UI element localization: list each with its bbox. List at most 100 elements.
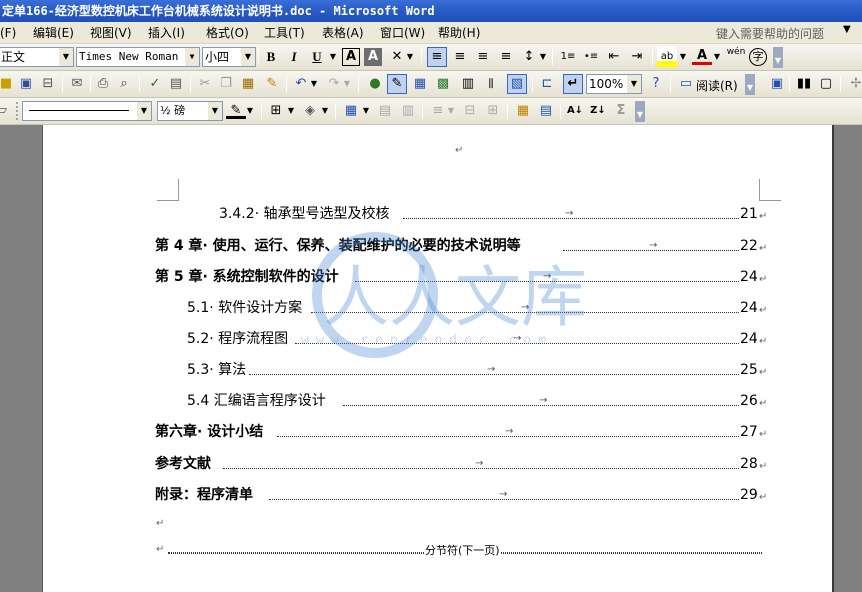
justify-button[interactable]: ≡ — [496, 47, 516, 67]
line-style-combo[interactable]: ▼ — [22, 101, 152, 121]
text-effect-icon[interactable]: ✕ — [387, 47, 407, 67]
menu-view[interactable]: 视图(V) — [90, 25, 132, 41]
print-icon[interactable]: ⎙ — [93, 74, 113, 94]
center-button[interactable]: ≡ — [450, 47, 470, 67]
sort-ascending-icon[interactable]: A↓ — [565, 101, 585, 121]
email-icon[interactable]: ✉ — [67, 74, 87, 94]
align-cell-icon[interactable]: ≡ — [428, 101, 448, 121]
chevron-down-icon[interactable]: ▼ — [678, 47, 688, 67]
menu-file[interactable]: (F) — [0, 25, 16, 41]
menu-window[interactable]: 窗口(W) — [380, 25, 425, 41]
size-combo[interactable]: 小四 ▼ — [202, 47, 256, 67]
tables-borders-icon[interactable]: ✎ — [387, 74, 407, 94]
help-question-input[interactable]: 键入需要帮助的问题 — [716, 25, 824, 42]
chevron-down-icon[interactable]: ▼ — [320, 101, 330, 121]
toc-entry[interactable]: 附录：程序清单 → 29 ↵ — [155, 484, 767, 506]
permission-icon[interactable]: ⊟ — [38, 74, 58, 94]
menu-tools[interactable]: 工具(T) — [264, 25, 305, 41]
chevron-down-icon[interactable]: ▼ — [245, 101, 255, 121]
drawing-icon[interactable]: ⫼ — [481, 74, 501, 94]
chevron-down-icon[interactable]: ▼ — [538, 47, 548, 67]
distribute-columns-icon[interactable]: ⊞ — [483, 101, 503, 121]
menu-table[interactable]: 表格(A) — [322, 25, 364, 41]
border-color-button[interactable]: ✎ — [226, 101, 246, 119]
eraser-icon[interactable]: ▱ — [0, 101, 12, 121]
chevron-down-icon[interactable]: ▼ — [309, 74, 319, 94]
document-map-icon[interactable]: ▧ — [507, 74, 527, 94]
help-icon[interactable]: ? — [646, 74, 666, 94]
numbering-button[interactable]: 1≡ — [558, 47, 578, 67]
autosum-button[interactable]: Σ — [611, 101, 631, 121]
chevron-down-icon[interactable]: ▼ — [405, 47, 415, 67]
insert-table-icon[interactable]: ▦ — [410, 74, 430, 94]
highlight-button[interactable]: ab — [657, 47, 677, 67]
research-icon[interactable]: ▤ — [166, 74, 186, 94]
show-hide-icon[interactable]: ↵ — [563, 74, 583, 94]
columns-icon[interactable]: ▥ — [458, 74, 478, 94]
increase-indent-button[interactable]: ⇥ — [627, 47, 647, 67]
paste-icon[interactable]: ▦ — [238, 74, 258, 94]
format-painter-icon[interactable]: ✎ — [262, 74, 282, 94]
phonetic-guide-button[interactable]: wén — [726, 47, 746, 67]
table-autoformat-icon[interactable]: ▦ — [513, 101, 533, 121]
undo-icon[interactable]: ↶ — [291, 74, 311, 94]
chevron-down-icon[interactable]: ▼ — [627, 75, 641, 93]
line-weight-combo[interactable]: ½ 磅 ▼ — [157, 101, 223, 121]
chevron-down-icon[interactable]: ▼ — [328, 47, 338, 67]
toc-entry[interactable]: 3.4.2· 轴承型号选型及校核 → 21 ↵ — [219, 203, 767, 225]
toc-entry[interactable]: 参考文献 → 28 ↵ — [155, 453, 767, 475]
picture-icon[interactable]: ▣ — [767, 74, 787, 94]
save-icon[interactable]: ▣ — [16, 74, 36, 94]
chevron-down-icon[interactable]: ▼ — [185, 48, 199, 66]
help-dropdown-icon[interactable]: ▼ — [843, 24, 851, 35]
toc-entry[interactable]: 第六章· 设计小结 → 27 ↵ — [155, 421, 767, 443]
redo-icon[interactable]: ↷ — [324, 74, 344, 94]
align-right-button[interactable]: ≡ — [473, 47, 493, 67]
bullets-button[interactable]: •≡ — [581, 47, 601, 67]
menu-edit[interactable]: 编辑(E) — [33, 25, 74, 41]
menu-format[interactable]: 格式(O) — [206, 25, 249, 41]
hyperlink-icon[interactable]: ● — [365, 74, 385, 94]
chevron-down-icon[interactable]: ▼ — [137, 102, 151, 120]
align-left-button[interactable]: ≡ — [427, 47, 447, 67]
open-folder-icon[interactable]: ■ — [0, 74, 16, 94]
chevron-down-icon[interactable]: ▼ — [712, 47, 722, 67]
zoom-combo[interactable]: 100% ▼ — [586, 74, 642, 94]
chevron-down-icon[interactable]: ▼ — [361, 101, 371, 121]
text-direction-icon[interactable]: ▤ — [536, 101, 556, 121]
char-shading-button[interactable]: A — [364, 48, 382, 66]
read-book-icon[interactable]: ▭ — [676, 74, 696, 94]
toc-entry[interactable]: 第 4 章· 使用、运行、保养、装配维护的必要的技术说明等 → 22 ↵ — [155, 235, 767, 257]
char-border-button[interactable]: A — [342, 48, 360, 66]
insert-excel-icon[interactable]: ▩ — [433, 74, 453, 94]
toc-entry[interactable]: 5.4 汇编语言程序设计 → 26 ↵ — [187, 390, 767, 412]
toc-entry[interactable]: 5.3· 算法 → 25 ↵ — [187, 359, 767, 381]
enclose-characters-button[interactable]: 字 — [749, 48, 767, 66]
underline-button[interactable]: U — [307, 47, 327, 67]
split-cells-icon[interactable]: ▥ — [398, 101, 418, 121]
chevron-down-icon[interactable]: ▼ — [342, 74, 352, 94]
bold-button[interactable]: B — [261, 47, 281, 67]
print-preview-icon[interactable]: ⌕ — [114, 74, 134, 94]
chevron-down-icon[interactable]: ▼ — [286, 101, 296, 121]
paragraph-marks-icon[interactable]: ⊏ — [537, 74, 557, 94]
read-button[interactable]: 阅读(R) — [696, 77, 738, 94]
merge-cells-icon[interactable]: ▤ — [375, 101, 395, 121]
toolbar-options-icon[interactable]: ▼ — [635, 101, 645, 122]
document-workspace[interactable]: ↵ 3.4.2· 轴承型号选型及校核 → 21 ↵ 第 4 章· 使用、运行、保… — [0, 125, 862, 592]
distribute-rows-icon[interactable]: ⊟ — [460, 101, 480, 121]
copy-icon[interactable]: ❐ — [216, 74, 236, 94]
sort-descending-icon[interactable]: Z↓ — [588, 101, 608, 121]
chevron-down-icon[interactable]: ▼ — [59, 48, 73, 66]
font-combo[interactable]: Times New Roman ▼ — [76, 47, 200, 67]
chevron-down-icon[interactable]: ▼ — [241, 48, 255, 66]
toolbar-options-icon[interactable]: ▼ — [745, 74, 755, 95]
outside-border-icon[interactable]: ⊞ — [266, 101, 286, 121]
style-combo[interactable]: 正文 ▼ — [0, 47, 74, 67]
toolbar-options-icon[interactable]: ▼ — [773, 47, 783, 68]
move-icon[interactable]: ✢ — [846, 74, 862, 94]
window-icon[interactable]: ▢ — [816, 74, 836, 94]
split-icon[interactable]: ▮▮ — [794, 74, 814, 94]
insert-table-icon[interactable]: ▦ — [341, 101, 361, 121]
chevron-down-icon[interactable]: ▼ — [446, 101, 456, 121]
